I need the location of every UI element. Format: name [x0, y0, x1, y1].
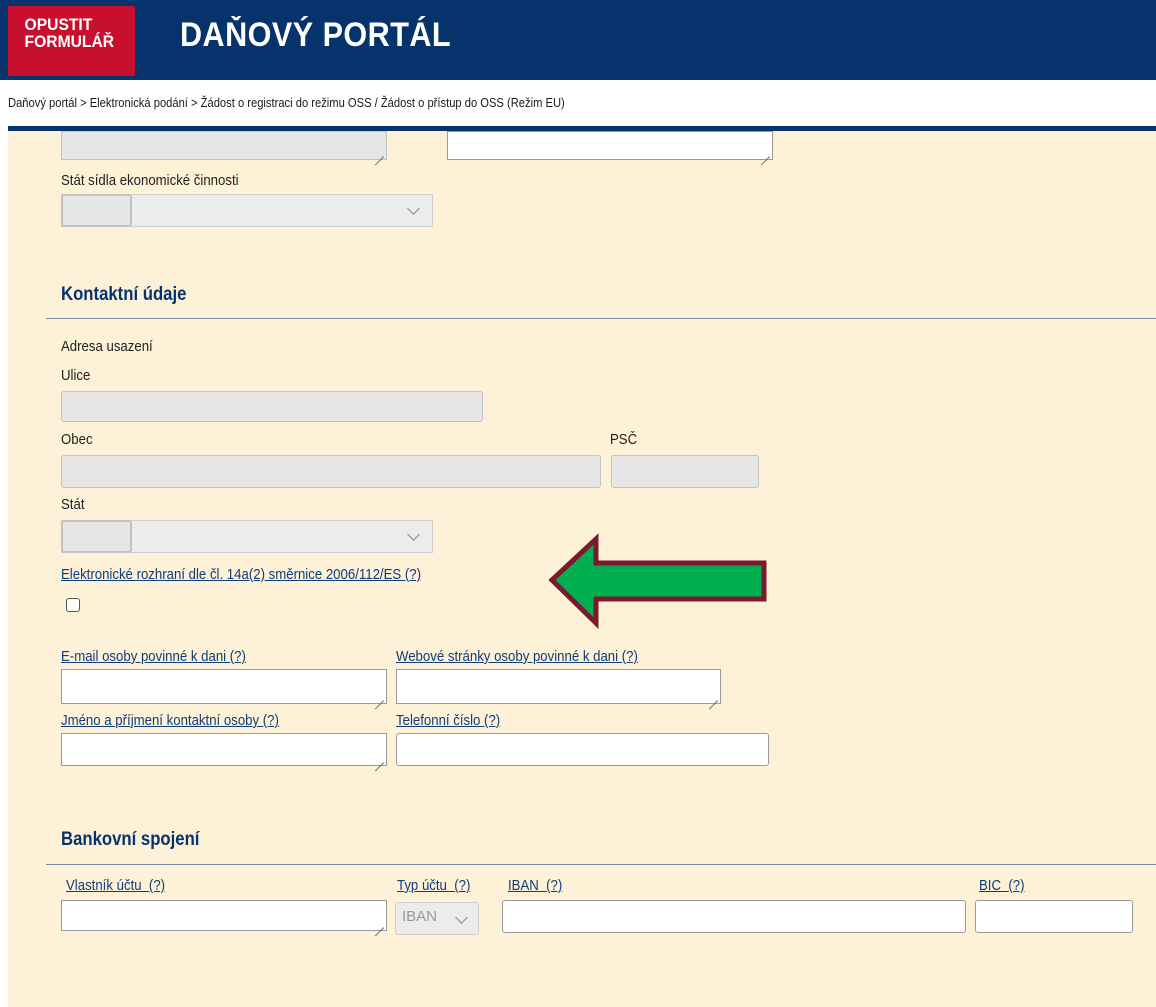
help-link[interactable]: (?) — [405, 566, 421, 583]
chevron-down-icon — [455, 911, 468, 924]
electronic-interface-row: Elektronické rozhraní dle čl. 14a(2) smě… — [61, 566, 470, 584]
country-code[interactable] — [61, 520, 132, 553]
bank-section-title: Bankovní spojení — [61, 829, 200, 850]
web-label-link[interactable]: Webové stránky osoby povinné k dani (?) — [396, 648, 638, 665]
exit-form-label-line2: FORMULÁŘ — [24, 32, 115, 51]
arrow-annotation-icon — [548, 533, 767, 629]
owner-label: Vlastník účtu — [66, 877, 142, 894]
country-label: Stát — [61, 496, 85, 513]
web-textarea[interactable] — [396, 669, 721, 704]
account-type-label: Typ účtu — [397, 877, 447, 894]
email-label: E-mail osoby povinné k dani — [61, 648, 227, 665]
account-type-select[interactable]: IBAN — [395, 902, 479, 935]
resize-handle-icon[interactable] — [375, 148, 384, 157]
chevron-down-icon — [407, 528, 420, 541]
help-link[interactable]: (?) — [454, 877, 470, 894]
city-input[interactable] — [61, 455, 601, 488]
zip-label: PSČ — [610, 431, 638, 448]
resize-handle-icon[interactable] — [761, 148, 770, 157]
contact-person-textarea[interactable] — [61, 733, 387, 766]
iban-label-link[interactable]: IBAN (?) — [508, 877, 562, 894]
address-heading: Adresa usazení — [61, 338, 153, 355]
phone-input[interactable] — [396, 733, 769, 766]
help-link[interactable]: (?) — [622, 648, 638, 665]
contact-person-label-link[interactable]: Jméno a příjmení kontaktní osoby (?) — [61, 712, 279, 729]
help-link[interactable]: (?) — [546, 877, 562, 894]
iban-input[interactable] — [502, 900, 966, 933]
bic-label-link[interactable]: BIC (?) — [979, 877, 1024, 894]
owner-label-link[interactable]: Vlastník účtu (?) — [66, 877, 165, 894]
resize-handle-icon[interactable] — [709, 692, 718, 701]
breadcrumb: Daňový portál > Elektronická podání > Žá… — [8, 95, 565, 110]
bic-label: BIC — [979, 877, 1002, 894]
electronic-interface-text: Elektronické rozhraní dle čl. 14a(2) smě… — [61, 566, 402, 583]
exit-form-label-line1: OPUSTIT — [24, 15, 93, 34]
contact-section-title: Kontaktní údaje — [61, 284, 187, 305]
web-label: Webové stránky osoby povinné k dani — [396, 648, 619, 665]
help-link[interactable]: (?) — [230, 648, 246, 665]
email-label-link[interactable]: E-mail osoby povinné k dani (?) — [61, 648, 246, 665]
electronic-interface-link[interactable]: Elektronické rozhraní dle čl. 14a(2) smě… — [61, 566, 421, 583]
scrolled-textarea-left[interactable] — [61, 131, 387, 160]
city-label: Obec — [61, 431, 93, 448]
resize-handle-icon[interactable] — [375, 919, 384, 928]
bic-input[interactable] — [975, 900, 1133, 933]
help-link[interactable]: (?) — [263, 712, 279, 729]
scrolled-textarea-right[interactable] — [447, 131, 773, 160]
help-link[interactable]: (?) — [149, 877, 165, 894]
contact-section-divider — [46, 318, 1156, 319]
iban-label: IBAN — [508, 877, 539, 894]
resize-handle-icon[interactable] — [375, 754, 384, 763]
top-header — [0, 0, 1156, 80]
phone-label-link[interactable]: Telefonní číslo (?) — [396, 712, 500, 729]
resize-handle-icon[interactable] — [375, 692, 384, 701]
arrow-shape — [548, 533, 767, 629]
contact-person-label: Jméno a příjmení kontaktní osoby — [61, 712, 260, 729]
account-owner-textarea[interactable] — [61, 900, 387, 931]
portal-title: DAŇOVÝ PORTÁL — [180, 16, 452, 54]
help-link[interactable]: (?) — [484, 712, 500, 729]
account-type-value: IBAN — [402, 908, 438, 925]
electronic-interface-checkbox[interactable] — [66, 598, 80, 612]
economic-activity-country-code[interactable] — [61, 194, 132, 227]
zip-input[interactable] — [611, 455, 759, 488]
help-link[interactable]: (?) — [1008, 877, 1024, 894]
economic-activity-country-label: Stát sídla ekonomické činnosti — [61, 172, 239, 189]
street-label: Ulice — [61, 367, 91, 384]
chevron-down-icon — [407, 202, 420, 215]
exit-form-button[interactable]: OPUSTIT FORMULÁŘ — [8, 6, 135, 76]
phone-label: Telefonní číslo — [396, 712, 481, 729]
bank-section-divider — [46, 864, 1156, 865]
account-type-label-link[interactable]: Typ účtu (?) — [397, 877, 470, 894]
email-textarea[interactable] — [61, 669, 387, 704]
street-input[interactable] — [61, 391, 483, 422]
